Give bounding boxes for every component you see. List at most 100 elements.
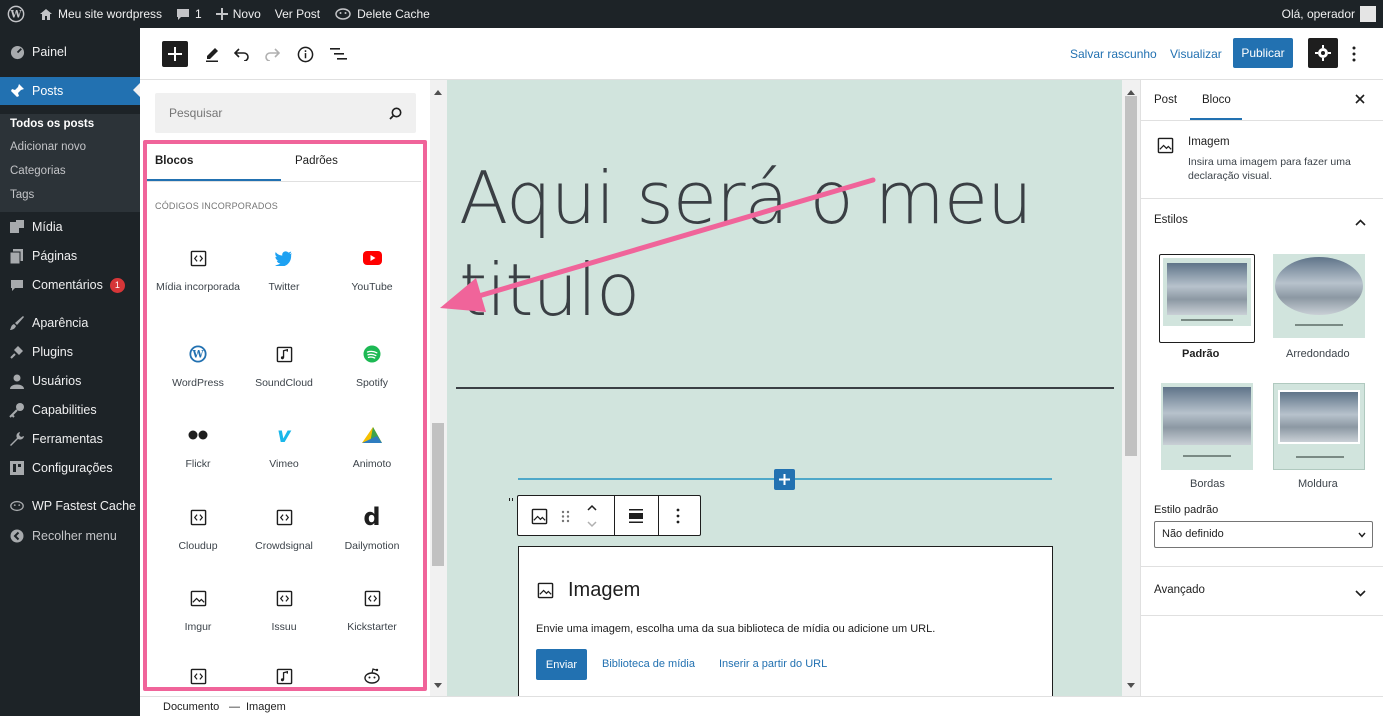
style-borders[interactable] (1161, 383, 1253, 470)
delete-cache-link[interactable]: Delete Cache (327, 0, 437, 28)
canvas-scrollbar[interactable] (1122, 80, 1140, 696)
scroll-down-arrow-icon[interactable] (434, 683, 442, 692)
menu-label: Configurações (32, 461, 113, 475)
menu-label: Ferramentas (32, 432, 103, 446)
publish-button[interactable]: Publicar (1233, 38, 1293, 68)
inline-inserter-button[interactable] (774, 469, 795, 490)
styles-panel-title[interactable]: Estilos (1154, 214, 1188, 226)
menu-item-paginas[interactable]: Páginas (0, 243, 140, 269)
inserter-search (155, 93, 416, 133)
more-options-button[interactable] (1346, 40, 1362, 68)
annotation-arrow (440, 177, 876, 312)
list-view-icon (329, 48, 347, 60)
move-up-down-icon[interactable] (586, 503, 598, 532)
settings-button[interactable] (1308, 38, 1338, 68)
menu-item-wp-fastest-cache[interactable]: WP Fastest Cache (0, 493, 140, 519)
menu-item-configuracoes[interactable]: Configurações (0, 455, 140, 481)
style-rounded[interactable] (1273, 254, 1365, 343)
media-icon (9, 219, 25, 235)
menu-item-comentarios[interactable]: Comentários 1 (0, 272, 140, 298)
info-icon (297, 46, 313, 62)
tab-post[interactable]: Post (1154, 94, 1177, 106)
save-draft-button[interactable]: Salvar rascunho (1070, 47, 1157, 61)
wrench-icon (9, 431, 25, 447)
submenu-item-categories[interactable]: Categorias (10, 165, 66, 177)
breadcrumb-image[interactable]: Imagem (246, 701, 286, 713)
details-button[interactable] (293, 40, 317, 68)
mountain-image (1278, 390, 1360, 444)
new-content-link[interactable]: Novo (209, 0, 268, 28)
canvas-scrollbar-thumb[interactable] (1125, 96, 1137, 456)
submenu-item-tags[interactable]: Tags (10, 189, 34, 201)
divider (1141, 198, 1383, 199)
key-icon (9, 402, 25, 418)
divider (1141, 615, 1383, 616)
style-default[interactable] (1159, 254, 1255, 343)
menu-label: Painel (32, 45, 67, 59)
pages-icon (9, 248, 25, 264)
toolbar-divider (614, 496, 615, 535)
more-vertical-icon[interactable] (676, 508, 680, 527)
image-placeholder[interactable]: Imagem Envie uma imagem, escolha uma da … (518, 546, 1053, 696)
menu-item-usuarios[interactable]: Usuários (0, 368, 140, 394)
view-post-link[interactable]: Ver Post (268, 0, 327, 28)
caption-placeholder (1296, 456, 1344, 458)
chevron-up-icon[interactable] (1355, 215, 1366, 229)
inserter-scrollbar-thumb[interactable] (432, 423, 444, 566)
list-view-button[interactable] (326, 40, 350, 68)
menu-item-plugins[interactable]: Plugins (0, 339, 140, 365)
drag-handle-icon[interactable] (561, 510, 570, 526)
menu-item-aparencia[interactable]: Aparência (0, 310, 140, 336)
menu-item-midia[interactable]: Mídia (0, 214, 140, 240)
redo-button[interactable] (260, 40, 284, 68)
search-input[interactable] (155, 93, 385, 133)
tools-button[interactable] (200, 40, 224, 68)
default-style-label: Estilo padrão (1154, 504, 1219, 516)
site-name-link[interactable]: Meu site wordpress (32, 0, 169, 28)
menu-label: Plugins (32, 345, 73, 359)
pencil-icon (206, 48, 218, 62)
home-icon (40, 8, 52, 20)
default-style-select[interactable]: Não definido (1154, 521, 1373, 548)
comments-link[interactable]: 1 (169, 0, 209, 28)
toggle-inserter-button[interactable] (162, 41, 188, 67)
collapse-icon (9, 528, 25, 544)
comments-count: 1 (195, 7, 202, 21)
menu-label: Mídia (32, 220, 63, 234)
mountain-image (1163, 387, 1251, 445)
block-name: Imagem (1188, 136, 1230, 148)
upload-button[interactable]: Enviar (536, 649, 587, 680)
block-toolbar (517, 495, 701, 536)
menu-item-ferramentas[interactable]: Ferramentas (0, 426, 140, 452)
new-label: Novo (232, 7, 261, 21)
scroll-down-arrow-icon[interactable] (1127, 683, 1135, 692)
scroll-up-arrow-icon[interactable] (1127, 86, 1135, 95)
menu-item-posts[interactable]: Posts (0, 77, 140, 105)
submenu-item-add-new[interactable]: Adicionar novo (10, 141, 86, 153)
menu-item-collapse[interactable]: Recolher menu (0, 523, 140, 549)
breadcrumb-document[interactable]: Documento (163, 701, 219, 713)
close-icon[interactable] (1355, 93, 1365, 107)
settings-icon (9, 460, 25, 476)
style-frame[interactable] (1273, 383, 1365, 470)
search-icon (389, 107, 402, 120)
menu-label: Capabilities (32, 403, 97, 417)
submenu-item-all-posts[interactable]: Todos os posts (10, 118, 94, 130)
preview-button[interactable]: Visualizar (1170, 47, 1222, 61)
separator-block[interactable] (456, 387, 1114, 389)
image-icon[interactable] (531, 508, 548, 528)
tab-block[interactable]: Bloco (1202, 94, 1231, 106)
media-library-button[interactable]: Biblioteca de mídia (602, 658, 695, 670)
wordpress-logo-icon[interactable]: W (0, 0, 32, 28)
image-icon (1157, 137, 1174, 157)
menu-item-painel[interactable]: Painel (0, 39, 140, 65)
account-menu[interactable]: Olá, operador (1275, 0, 1383, 28)
chevron-down-icon[interactable] (1355, 586, 1366, 600)
menu-item-capabilities[interactable]: Capabilities (0, 397, 140, 423)
insert-from-url-button[interactable]: Inserir a partir do URL (719, 658, 827, 670)
caption-placeholder (1295, 324, 1343, 326)
advanced-panel-title[interactable]: Avançado (1154, 584, 1205, 596)
align-icon[interactable] (628, 508, 644, 527)
scroll-up-arrow-icon[interactable] (434, 86, 442, 95)
undo-button[interactable] (230, 40, 254, 68)
